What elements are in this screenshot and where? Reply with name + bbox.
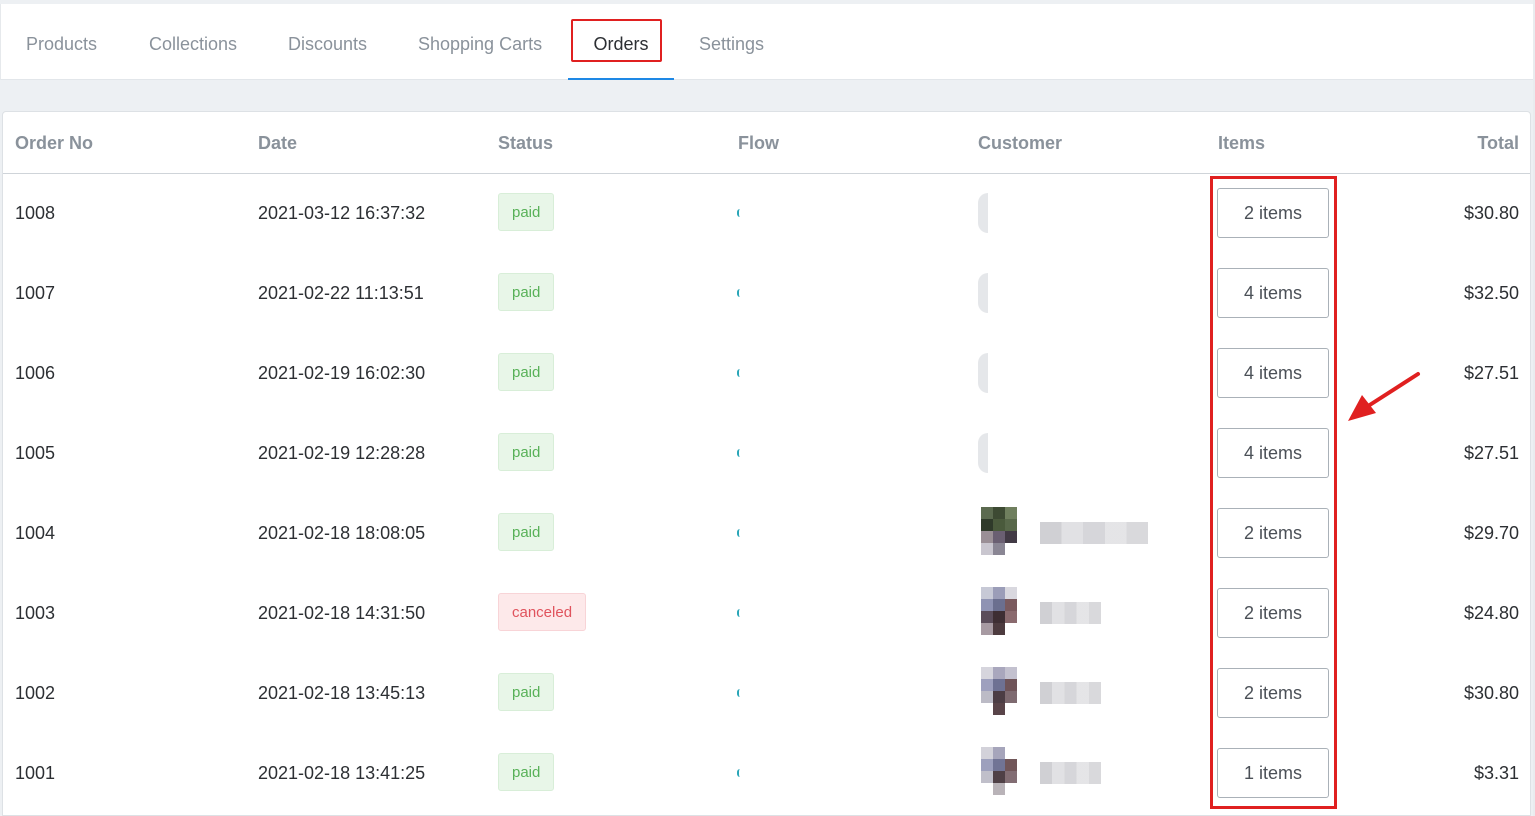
avatar: [975, 507, 1025, 563]
status-badge: paid: [498, 273, 555, 311]
order-date: 2021-02-18 14:31:50: [258, 603, 426, 623]
order-total: $30.80: [1463, 683, 1519, 703]
order-number[interactable]: 1003: [15, 573, 55, 653]
flow-indicator: [737, 369, 740, 377]
order-date: 2021-02-18 18:08:05: [258, 523, 426, 543]
avatar: [978, 273, 988, 313]
status-badge: paid: [498, 753, 555, 791]
tab-discounts[interactable]: Discounts: [288, 4, 367, 80]
order-date: 2021-02-18 13:41:25: [258, 763, 426, 783]
active-tab-underline: [568, 78, 674, 80]
header-total[interactable]: Total: [1477, 112, 1519, 173]
order-number[interactable]: 1005: [15, 413, 55, 493]
avatar: [978, 433, 988, 473]
status-badge: paid: [498, 193, 555, 231]
order-number[interactable]: 1004: [15, 493, 55, 573]
avatar: [975, 587, 1025, 643]
order-total: $32.50: [1463, 283, 1519, 303]
tab-shopping-carts[interactable]: Shopping Carts: [418, 4, 542, 80]
table-header: Order No Date Status Flow Customer Items…: [3, 112, 1530, 174]
status-badge: canceled: [498, 593, 587, 631]
flow-indicator: [737, 609, 740, 617]
tab-products[interactable]: Products: [26, 4, 97, 80]
order-date: 2021-02-19 16:02:30: [258, 363, 426, 383]
header-order-no[interactable]: Order No: [15, 112, 93, 173]
tab-collections[interactable]: Collections: [149, 4, 237, 80]
order-date: 2021-03-12 16:37:32: [258, 203, 426, 223]
header-status[interactable]: Status: [498, 112, 553, 173]
status-badge: paid: [498, 433, 555, 471]
order-number[interactable]: 1002: [15, 653, 55, 733]
status-badge: paid: [498, 353, 555, 391]
flow-indicator: [737, 209, 740, 217]
order-total: $27.51: [1463, 363, 1519, 383]
order-date: 2021-02-19 12:28:28: [258, 443, 426, 463]
header-flow[interactable]: Flow: [738, 112, 779, 173]
order-date: 2021-02-18 13:45:13: [258, 683, 426, 703]
flow-indicator: [737, 529, 740, 537]
customer-name-blurred: [1040, 522, 1148, 544]
items-column-highlight-box: [1210, 176, 1337, 809]
tab-settings[interactable]: Settings: [699, 4, 764, 80]
avatar: [975, 667, 1025, 723]
order-total: $29.70: [1463, 523, 1519, 543]
customer-name-blurred: [1040, 602, 1101, 624]
avatar: [978, 193, 988, 233]
order-number[interactable]: 1007: [15, 253, 55, 333]
order-total: $27.51: [1463, 443, 1519, 463]
flow-indicator: [737, 689, 740, 697]
header-date[interactable]: Date: [258, 112, 297, 173]
order-number[interactable]: 1006: [15, 333, 55, 413]
order-total: $3.31: [1473, 763, 1519, 783]
red-arrow-icon: [1348, 372, 1420, 421]
status-badge: paid: [498, 513, 555, 551]
avatar: [975, 747, 1025, 803]
order-date: 2021-02-22 11:13:51: [258, 283, 424, 303]
flow-indicator: [737, 769, 740, 777]
order-total: $24.80: [1463, 603, 1519, 623]
status-badge: paid: [498, 673, 555, 711]
customer-name-blurred: [1040, 682, 1101, 704]
header-customer[interactable]: Customer: [978, 112, 1062, 173]
order-number[interactable]: 1008: [15, 173, 55, 253]
orders-tab-highlight-box: [571, 19, 662, 62]
tab-bar: Products Collections Discounts Shopping …: [0, 4, 1533, 80]
avatar: [978, 353, 988, 393]
flow-indicator: [737, 289, 740, 297]
header-items[interactable]: Items: [1218, 112, 1265, 173]
order-total: $30.80: [1463, 203, 1519, 223]
flow-indicator: [737, 449, 740, 457]
order-number[interactable]: 1001: [15, 733, 55, 813]
customer-name-blurred: [1040, 762, 1101, 784]
